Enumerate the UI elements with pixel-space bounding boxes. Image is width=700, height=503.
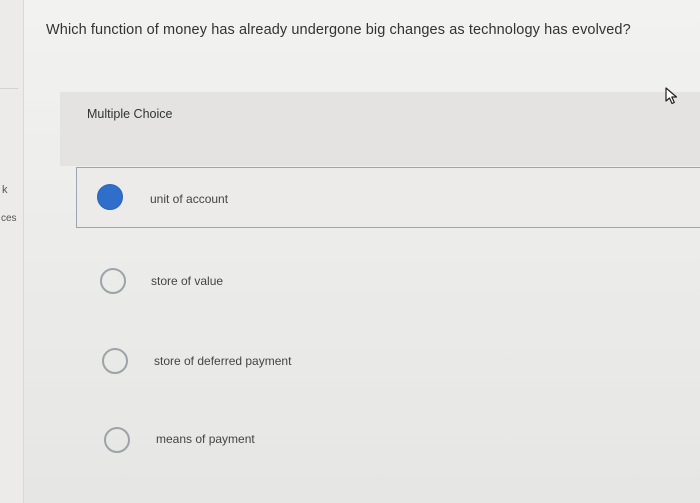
- question-type-panel: [60, 92, 700, 166]
- option-unit-of-account[interactable]: unit of account: [76, 167, 700, 228]
- option-label: unit of account: [150, 192, 229, 206]
- radio-selected-icon[interactable]: [97, 184, 123, 210]
- option-label: means of payment: [156, 432, 255, 446]
- option-store-of-value[interactable]: store of value: [76, 252, 700, 312]
- sidebar-fragment-top: k: [2, 184, 8, 196]
- sidebar-fragment-bottom: ces: [1, 213, 17, 224]
- sidebar-divider: [0, 88, 18, 89]
- radio-empty-icon[interactable]: [104, 427, 130, 453]
- option-label: store of value: [151, 274, 224, 288]
- option-means-of-payment[interactable]: means of payment: [76, 410, 700, 470]
- option-label: store of deferred payment: [154, 354, 292, 368]
- mouse-pointer-icon: [665, 87, 678, 105]
- option-store-of-deferred-payment[interactable]: store of deferred payment: [76, 332, 700, 392]
- radio-empty-icon[interactable]: [100, 268, 126, 294]
- question-text: Which function of money has already unde…: [46, 22, 631, 38]
- radio-empty-icon[interactable]: [102, 348, 128, 374]
- question-type-label: Multiple Choice: [87, 107, 173, 121]
- left-sidebar-edge: k ces: [0, 0, 24, 503]
